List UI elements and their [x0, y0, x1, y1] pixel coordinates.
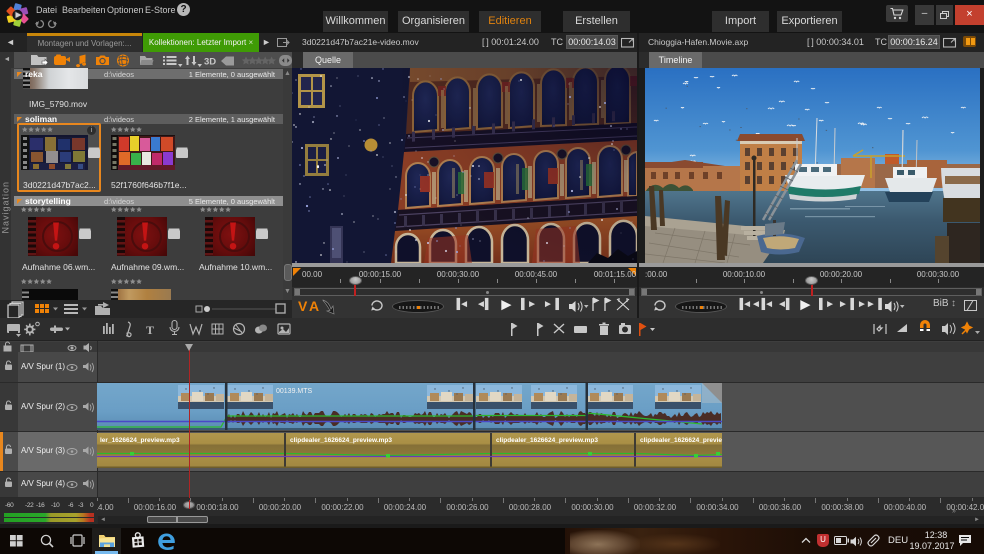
svg-text:T: T	[146, 323, 154, 337]
svg-text:ler_1626624_preview.mp3: ler_1626624_preview.mp3	[100, 437, 180, 444]
svg-text:3D: 3D	[204, 57, 216, 68]
svg-text:00139.MTS: 00139.MTS	[276, 388, 313, 395]
svg-text:clipdealer_1626624_preview.mp3: clipdealer_1626624_preview.mp3	[290, 437, 392, 444]
svg-text:clipdealer_1626624_previe...: clipdealer_1626624_previe...	[640, 437, 722, 444]
svg-text:clipdealer_1626624_preview.mp3: clipdealer_1626624_preview.mp3	[496, 437, 598, 444]
